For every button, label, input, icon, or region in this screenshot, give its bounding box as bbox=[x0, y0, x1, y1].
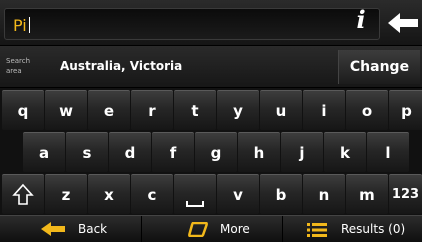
bottom-bar: Back More Results (0) bbox=[0, 215, 422, 242]
key-e[interactable]: e bbox=[88, 90, 130, 130]
key-l[interactable]: l bbox=[367, 132, 409, 172]
key-p[interactable]: p bbox=[389, 90, 422, 130]
key-r[interactable]: r bbox=[131, 90, 173, 130]
shift-arrow-icon bbox=[12, 183, 34, 205]
search-input-bar: Pi i bbox=[0, 0, 422, 46]
key-i[interactable]: i bbox=[303, 90, 345, 130]
key-j[interactable]: j bbox=[281, 132, 323, 172]
key-x[interactable]: x bbox=[88, 174, 130, 214]
key-c[interactable]: c bbox=[131, 174, 173, 214]
key-z[interactable]: z bbox=[45, 174, 87, 214]
search-area-row: Search area Australia, Victoria Change bbox=[0, 46, 422, 88]
key-w[interactable]: w bbox=[45, 90, 87, 130]
key-row-1: q w e r t y u i o p bbox=[2, 90, 422, 130]
backspace-arrow-icon bbox=[388, 13, 418, 33]
search-input-value: Pi bbox=[13, 16, 30, 35]
info-icon[interactable]: i bbox=[346, 5, 376, 35]
results-label: Results (0) bbox=[341, 222, 406, 236]
shift-key[interactable] bbox=[2, 174, 44, 214]
search-input[interactable]: Pi bbox=[4, 8, 380, 40]
key-s[interactable]: s bbox=[66, 132, 108, 172]
onscreen-keyboard: q w e r t y u i o p a s d f g h j k l z … bbox=[0, 90, 422, 214]
key-row-2: a s d f g h j k l bbox=[23, 132, 410, 172]
backspace-button[interactable] bbox=[384, 6, 420, 40]
key-a[interactable]: a bbox=[23, 132, 65, 172]
key-f[interactable]: f bbox=[152, 132, 194, 172]
key-m[interactable]: m bbox=[346, 174, 388, 214]
back-arrow-icon bbox=[41, 222, 65, 236]
key-d[interactable]: d bbox=[109, 132, 151, 172]
back-label: Back bbox=[78, 222, 108, 236]
results-button[interactable]: Results (0) bbox=[282, 216, 422, 242]
key-h[interactable]: h bbox=[238, 132, 280, 172]
numbers-key[interactable]: 123 bbox=[389, 174, 422, 214]
key-u[interactable]: u bbox=[260, 90, 302, 130]
key-n[interactable]: n bbox=[303, 174, 345, 214]
change-button[interactable]: Change bbox=[338, 50, 420, 84]
key-g[interactable]: g bbox=[195, 132, 237, 172]
more-shape-icon bbox=[188, 222, 208, 237]
key-row-3: z x c v b n m 123 bbox=[2, 174, 422, 214]
list-icon bbox=[307, 223, 327, 237]
key-o[interactable]: o bbox=[346, 90, 388, 130]
key-v[interactable]: v bbox=[217, 174, 259, 214]
key-t[interactable]: t bbox=[174, 90, 216, 130]
space-bar-icon bbox=[186, 201, 204, 207]
key-y[interactable]: y bbox=[217, 90, 259, 130]
space-key[interactable] bbox=[174, 174, 216, 214]
search-area-value: Australia, Victoria bbox=[60, 59, 183, 73]
key-b[interactable]: b bbox=[260, 174, 302, 214]
search-area-label: Search area bbox=[6, 57, 31, 75]
key-k[interactable]: k bbox=[324, 132, 366, 172]
back-button[interactable]: Back bbox=[0, 216, 140, 242]
key-q[interactable]: q bbox=[2, 90, 44, 130]
more-label: More bbox=[220, 222, 250, 236]
more-button[interactable]: More bbox=[141, 216, 281, 242]
